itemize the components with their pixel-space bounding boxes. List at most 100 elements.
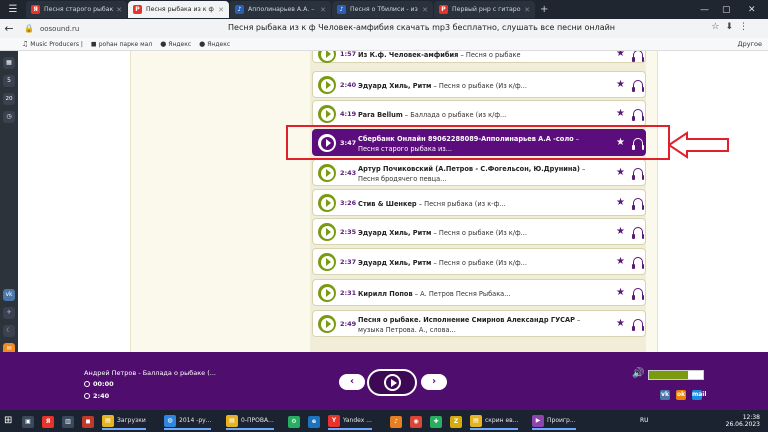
taskbar-app[interactable]: ▤ скрин ев...	[470, 413, 519, 430]
other-bookmarks[interactable]: Другое	[738, 40, 762, 48]
play-button[interactable]	[367, 369, 417, 396]
lock-icon[interactable]: 🔒	[24, 24, 34, 33]
favorite-star-icon[interactable]: ★	[616, 226, 625, 237]
sidebar-vk-icon[interactable]: vk	[3, 289, 15, 301]
share-ok-button[interactable]: ok	[676, 390, 686, 400]
maximize-icon[interactable]: ▢	[722, 0, 731, 19]
volume-slider[interactable]	[648, 370, 704, 380]
taskbar-app[interactable]: ✚	[430, 413, 445, 430]
song-text[interactable]: Кирилл Попов – А. Петров Песня Рыбака...	[358, 289, 606, 299]
back-icon[interactable]: ←	[0, 22, 18, 35]
taskbar-app[interactable]: ⚙	[288, 413, 303, 430]
tab-close-icon[interactable]: ✕	[116, 6, 122, 14]
headphones-icon[interactable]	[632, 257, 644, 269]
tab-3[interactable]: ♪ Песня о Тбилиси - из репе✕	[332, 1, 433, 18]
song-row[interactable]: 3:26 Стив & Шенкер – Песня рыбака (из к-ф…	[312, 189, 646, 216]
headphones-icon[interactable]	[632, 51, 644, 62]
taskbar-app[interactable]: Я	[42, 413, 57, 430]
tab-4[interactable]: P Первый рнр с гитарой UN✕	[434, 1, 535, 18]
song-text[interactable]: Эдуард Хиль, Ритм – Песня о рыбаке (Из к…	[358, 258, 606, 268]
taskbar-app[interactable]: ♪	[390, 413, 405, 430]
song-play-icon[interactable]	[318, 76, 336, 94]
taskbar-app[interactable]: ◉	[410, 413, 425, 430]
language-indicator[interactable]: RU	[640, 417, 649, 424]
favorite-star-icon[interactable]: ★	[616, 318, 625, 329]
next-button[interactable]: ›	[421, 374, 447, 390]
new-tab-icon[interactable]: +	[540, 4, 548, 15]
tabs-menu-icon[interactable]: ☰	[0, 0, 26, 19]
sidebar-item-counter-a[interactable]: 5	[3, 75, 15, 87]
sidebar-item-counter-b[interactable]: 20	[3, 93, 15, 105]
bookmark-item[interactable]: ● Яндекс	[199, 40, 230, 48]
taskbar-app[interactable]: Z	[450, 413, 465, 430]
volume-icon[interactable]: 🔊	[632, 368, 644, 379]
bookmark-item[interactable]: ◼ роһан парке мал	[91, 40, 152, 48]
system-clock[interactable]: 12:38 26.06.2023	[726, 414, 760, 428]
taskbar-app[interactable]: Y Yandex ...	[328, 413, 372, 430]
tab-close-icon[interactable]: ✕	[524, 6, 530, 14]
song-text[interactable]: Para Bellum – Баллада о рыбаке (из к/ф..…	[358, 110, 606, 120]
sidebar-messenger-icon[interactable]: ✈	[3, 307, 15, 319]
taskbar-app[interactable]: ▤ 0-ПРОВА...	[226, 413, 274, 430]
bookmark-item[interactable]: ♫ Music Producers |	[22, 40, 83, 48]
song-text[interactable]: Эдуард Хиль, Ритм – Песня о рыбаке (Из к…	[358, 228, 606, 238]
sidebar-moon-icon[interactable]: ☾	[3, 325, 15, 337]
share-vk-button[interactable]: vk	[660, 390, 670, 400]
tab-2[interactable]: ♪ Апполинарьев А.А. – Песн✕	[230, 1, 331, 18]
song-text[interactable]: Артур Почиковский (А.Петров - С.Фогельсо…	[358, 164, 606, 184]
song-row[interactable]: 4:19 Para Bellum – Баллада о рыбаке (из к…	[312, 100, 646, 127]
favorite-star-icon[interactable]: ★	[616, 79, 625, 90]
tab-1[interactable]: P Песня рыбака из к ф Чел✕	[128, 1, 229, 18]
song-row[interactable]: 2:49 Песня о рыбаке. Исполнение Смирнов А…	[312, 310, 646, 337]
song-play-icon[interactable]	[318, 315, 336, 333]
toolbar-icons[interactable]: ☆⬇⋮	[711, 22, 754, 32]
song-play-icon[interactable]	[318, 284, 336, 302]
song-play-icon[interactable]	[318, 223, 336, 241]
headphones-icon[interactable]	[632, 80, 644, 92]
song-row[interactable]: 2:31 Кирилл Попов – А. Петров Песня Рыбак…	[312, 279, 646, 306]
sidebar-grid-icon[interactable]: ▦	[3, 57, 15, 69]
song-play-icon[interactable]	[318, 105, 336, 123]
song-play-icon[interactable]	[318, 164, 336, 182]
song-text[interactable]: Песня о рыбаке. Исполнение Смирнов Алекс…	[358, 315, 606, 335]
taskbar-app[interactable]: ▥	[62, 413, 77, 430]
taskbar-app[interactable]: ▤ Загрузки	[102, 413, 146, 430]
headphones-icon[interactable]	[632, 319, 644, 331]
song-text[interactable]: Из К.ф. Человек-амфибия – Песня о рыбаке	[358, 51, 606, 60]
favorite-star-icon[interactable]: ★	[616, 197, 625, 208]
headphones-icon[interactable]	[632, 227, 644, 239]
taskbar-app[interactable]: ▶ Проигр...	[532, 413, 576, 430]
bookmark-item[interactable]: ● Яндекс	[160, 40, 191, 48]
previous-button[interactable]: ‹	[339, 374, 365, 390]
close-window-icon[interactable]: ✕	[748, 0, 756, 19]
address-field[interactable]: oosound.ru	[40, 25, 79, 33]
song-row[interactable]: 2:43 Артур Почиковский (А.Петров - С.Фоге…	[312, 159, 646, 186]
tab-close-icon[interactable]: ✕	[422, 6, 428, 14]
share-mail-button[interactable]: mail	[692, 390, 706, 400]
tab-close-icon[interactable]: ✕	[320, 6, 326, 14]
favorite-star-icon[interactable]: ★	[616, 287, 625, 298]
taskbar-app[interactable]: ◍ 2014 -ру...	[164, 413, 212, 430]
tab-close-icon[interactable]: ✕	[218, 6, 224, 14]
taskbar-app[interactable]: ▣	[22, 413, 37, 430]
headphones-icon[interactable]	[632, 168, 644, 180]
taskbar-app[interactable]: ◼	[82, 413, 97, 430]
song-row[interactable]: 2:35 Эдуард Хиль, Ритм – Песня о рыбаке (…	[312, 218, 646, 245]
song-play-icon[interactable]	[318, 194, 336, 212]
headphones-icon[interactable]	[632, 198, 644, 210]
headphones-icon[interactable]	[632, 288, 644, 300]
song-row[interactable]: 2:37 Эдуард Хиль, Ритм – Песня о рыбаке (…	[312, 248, 646, 275]
tab-0[interactable]: Я Песня старого рыбака (Ч✕	[26, 1, 127, 18]
minimize-icon[interactable]: —	[700, 0, 709, 19]
start-icon[interactable]: ⊞	[4, 415, 16, 427]
favorite-star-icon[interactable]: ★	[616, 108, 625, 119]
taskbar-app[interactable]: e	[308, 413, 323, 430]
headphones-icon[interactable]	[632, 109, 644, 121]
song-play-icon[interactable]	[318, 51, 336, 63]
song-text[interactable]: Стив & Шенкер – Песня рыбака (из к-ф...	[358, 199, 606, 209]
sidebar-history-icon[interactable]: ◷	[3, 111, 15, 123]
song-play-icon[interactable]	[318, 253, 336, 271]
favorite-star-icon[interactable]: ★	[616, 167, 625, 178]
song-text[interactable]: Эдуард Хиль, Ритм – Песня о рыбаке (Из к…	[358, 81, 606, 91]
favorite-star-icon[interactable]: ★	[616, 51, 625, 59]
